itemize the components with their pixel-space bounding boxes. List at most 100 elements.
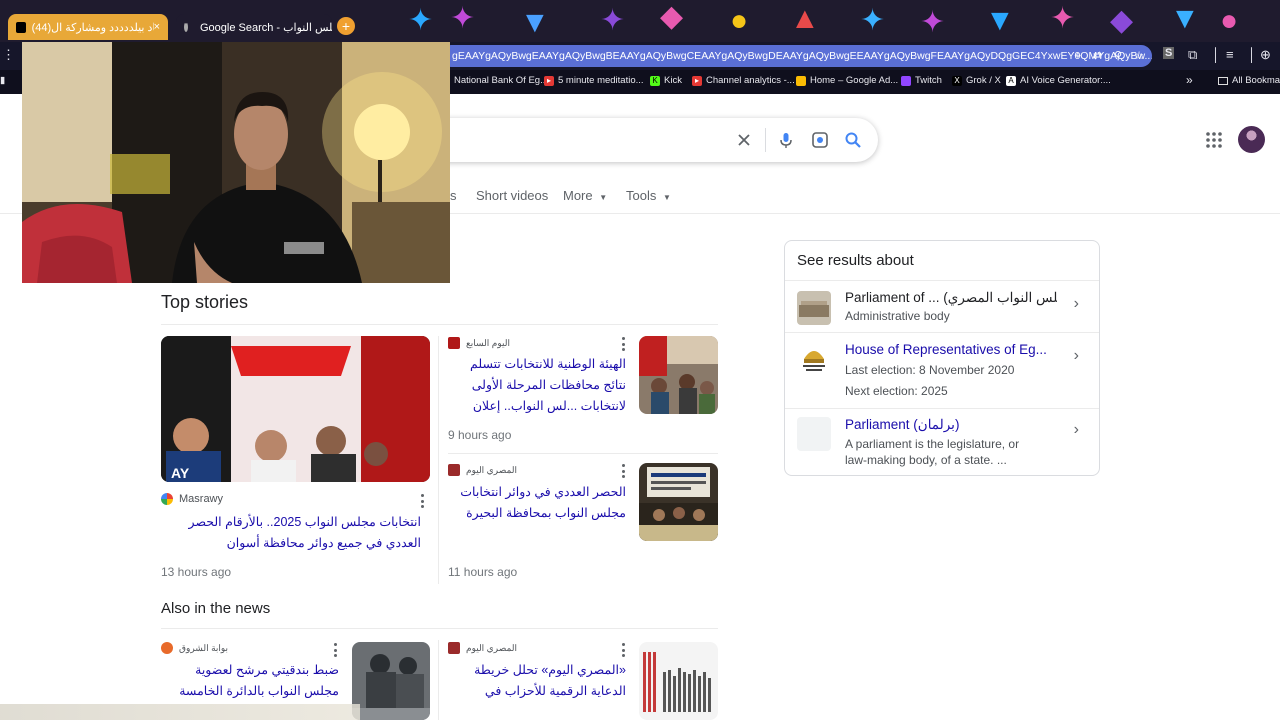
news-headline[interactable]: «المصري اليوم» تحلل خريطة الدعاية الرقمي… bbox=[448, 660, 626, 704]
address-bar[interactable]: gEAAYgAQyBwgEAAYgAQyBwgBEAAYgAQyBwgCEAAY… bbox=[440, 45, 1152, 67]
translate-icon[interactable]: ⇄ bbox=[1093, 45, 1102, 67]
folder-icon bbox=[1218, 76, 1228, 85]
theme-decoration: ✦ bbox=[450, 2, 476, 35]
entity-row-parliament[interactable]: Parliament (برلمان) A parliament is the … bbox=[785, 409, 1099, 475]
story-headline[interactable]: انتخابات مجلس النواب 2025.. بالأرقام الح… bbox=[161, 512, 421, 556]
entity-name: Parliament of ... (مجلس النواب المصري) bbox=[845, 290, 1057, 305]
news-thumbnail[interactable] bbox=[352, 642, 430, 720]
extensions-icon[interactable]: ⧉ bbox=[1188, 47, 1197, 63]
more-options-icon[interactable] bbox=[621, 464, 625, 478]
news-source: بوابة الشروق bbox=[161, 642, 228, 654]
source-name: المصري اليوم bbox=[466, 642, 517, 653]
theme-decoration: ◆ bbox=[1110, 4, 1134, 37]
all-bookmarks[interactable]: All Bookmarks bbox=[1218, 75, 1280, 86]
bookmark-label: 5 minute meditatio... bbox=[558, 75, 644, 86]
bookmark-star-icon[interactable]: ☆ bbox=[1134, 45, 1144, 67]
news-image bbox=[352, 642, 430, 720]
profile-icon[interactable]: ⊕ bbox=[1260, 47, 1271, 63]
story-thumbnail[interactable] bbox=[639, 463, 718, 541]
google-apps-icon[interactable] bbox=[1205, 131, 1223, 149]
bookmarks-left-icon[interactable]: ▮ bbox=[0, 75, 5, 86]
entity-next-election: Next election: 2025 bbox=[845, 384, 948, 398]
zoom-icon[interactable]: ⚲ bbox=[1114, 45, 1122, 67]
news-headline[interactable]: ضبط بندقيتي مرشح لعضوية مجلس النواب بالد… bbox=[161, 660, 339, 704]
story-image bbox=[639, 336, 718, 414]
browser-tab-strip: ✦ ✦ ▼ ✦ ◆ ● ▲ ✦ ✦ ▼ ✦ ◆ ▼ ● (44)عم عماد … bbox=[0, 0, 1280, 42]
bookmark-item[interactable]: X Grok / X bbox=[952, 75, 1001, 86]
masrawy-icon bbox=[161, 493, 173, 505]
story-image bbox=[639, 463, 718, 541]
bookmark-item[interactable]: K Kick bbox=[650, 75, 682, 86]
also-in-news-title: Also in the news bbox=[161, 600, 271, 617]
new-tab-button[interactable]: + bbox=[337, 17, 355, 35]
theme-decoration: ✦ bbox=[408, 4, 434, 37]
google-ads-icon bbox=[796, 75, 806, 86]
entity-name: House of Representatives of Eg... bbox=[845, 342, 1047, 357]
more-options-icon[interactable] bbox=[621, 337, 625, 351]
theme-decoration: ✦ bbox=[600, 4, 626, 37]
theme-decoration: ▼ bbox=[985, 4, 1015, 37]
more-options-icon[interactable] bbox=[420, 494, 424, 508]
building-image bbox=[797, 291, 831, 325]
entity-row-house-of-representatives[interactable]: House of Representatives of Eg... Last e… bbox=[785, 333, 1099, 408]
tab-tools[interactable]: Tools ▼ bbox=[626, 188, 671, 203]
bookmark-label: Home – Google Ad... bbox=[810, 75, 899, 86]
tab-tiktok[interactable]: (44)عم عماد بيلددددد ومشاركة ال × bbox=[8, 14, 168, 40]
tiktok-icon bbox=[16, 21, 26, 33]
theme-decoration: ▼ bbox=[520, 6, 550, 39]
bookmark-item[interactable]: ▸ Channel analytics -... bbox=[692, 75, 795, 86]
entity-thumbnail bbox=[797, 341, 831, 375]
youtube-icon: ▸ bbox=[544, 75, 554, 86]
x-icon: X bbox=[952, 75, 962, 86]
extension-s-icon[interactable]: S bbox=[1163, 47, 1175, 59]
more-bookmarks-icon[interactable]: » bbox=[1186, 73, 1193, 87]
source-name: بوابة الشروق bbox=[179, 642, 229, 653]
story-thumbnail[interactable]: AY bbox=[161, 336, 430, 482]
media-icon[interactable]: ≡ bbox=[1226, 47, 1234, 62]
dome-logo-image bbox=[797, 341, 831, 375]
story-time: 9 hours ago bbox=[448, 428, 512, 442]
search-box[interactable] bbox=[420, 118, 878, 162]
bookmark-label: Kick bbox=[664, 75, 682, 86]
bookmark-item[interactable]: Twitch bbox=[901, 75, 942, 86]
menu-icon[interactable]: ⋮ bbox=[2, 47, 15, 63]
news-thumbnail[interactable] bbox=[639, 642, 718, 720]
search-icon[interactable] bbox=[843, 130, 863, 150]
bookmark-item[interactable]: A AI Voice Generator:... bbox=[1006, 75, 1111, 86]
bookmark-label: Twitch bbox=[915, 75, 942, 86]
news-source: المصري اليوم bbox=[448, 642, 517, 654]
divider bbox=[161, 628, 718, 629]
column-divider bbox=[438, 640, 439, 720]
tab-google-search[interactable]: Google Search - مجلس النواب × bbox=[176, 14, 332, 40]
tab-partial[interactable]: s bbox=[450, 188, 457, 203]
tab-more[interactable]: More ▼ bbox=[563, 188, 607, 203]
ai-voice-icon: A bbox=[1006, 75, 1016, 86]
account-avatar[interactable] bbox=[1238, 126, 1265, 153]
tab-short-videos[interactable]: Short videos bbox=[476, 188, 548, 203]
bookmark-item[interactable]: ▸ 5 minute meditatio... bbox=[544, 75, 644, 86]
lens-camera-icon[interactable] bbox=[810, 130, 830, 150]
theme-decoration: ● bbox=[730, 4, 749, 37]
divider: │ bbox=[1248, 47, 1257, 62]
clear-icon[interactable] bbox=[734, 130, 754, 150]
entity-row-parliament-of-egypt[interactable]: Parliament of ... (مجلس النواب المصري) A… bbox=[785, 281, 1099, 332]
story-time: 13 hours ago bbox=[161, 565, 232, 579]
more-options-icon[interactable] bbox=[333, 643, 337, 657]
more-options-icon[interactable] bbox=[621, 643, 625, 657]
bookmark-item[interactable]: National Bank Of Eg... bbox=[440, 75, 548, 86]
theme-decoration: ✦ bbox=[920, 6, 946, 39]
microphone-icon[interactable] bbox=[776, 130, 796, 150]
kick-icon: K bbox=[650, 75, 660, 86]
caret-down-icon: ▼ bbox=[662, 193, 671, 202]
bookmark-item[interactable]: Home – Google Ad... bbox=[796, 75, 898, 86]
tab-title: (44)عم عماد بيلددددد ومشاركة ال bbox=[31, 21, 154, 34]
story-thumbnail[interactable] bbox=[639, 336, 718, 414]
story-headline[interactable]: الحصر العددي في دوائر انتخابات مجلس النو… bbox=[448, 482, 626, 526]
tab-title: Google Search - مجلس النواب bbox=[200, 21, 332, 34]
bookmark-label: National Bank Of Eg... bbox=[454, 75, 548, 86]
location-icon[interactable]: ⌖ bbox=[1075, 45, 1081, 67]
entity-thumbnail bbox=[797, 291, 831, 325]
close-icon[interactable]: × bbox=[154, 21, 160, 33]
story-headline[interactable]: الهيئة الوطنية للانتخابات تتسلم نتائج مح… bbox=[448, 354, 626, 418]
youm7-icon bbox=[448, 337, 460, 349]
